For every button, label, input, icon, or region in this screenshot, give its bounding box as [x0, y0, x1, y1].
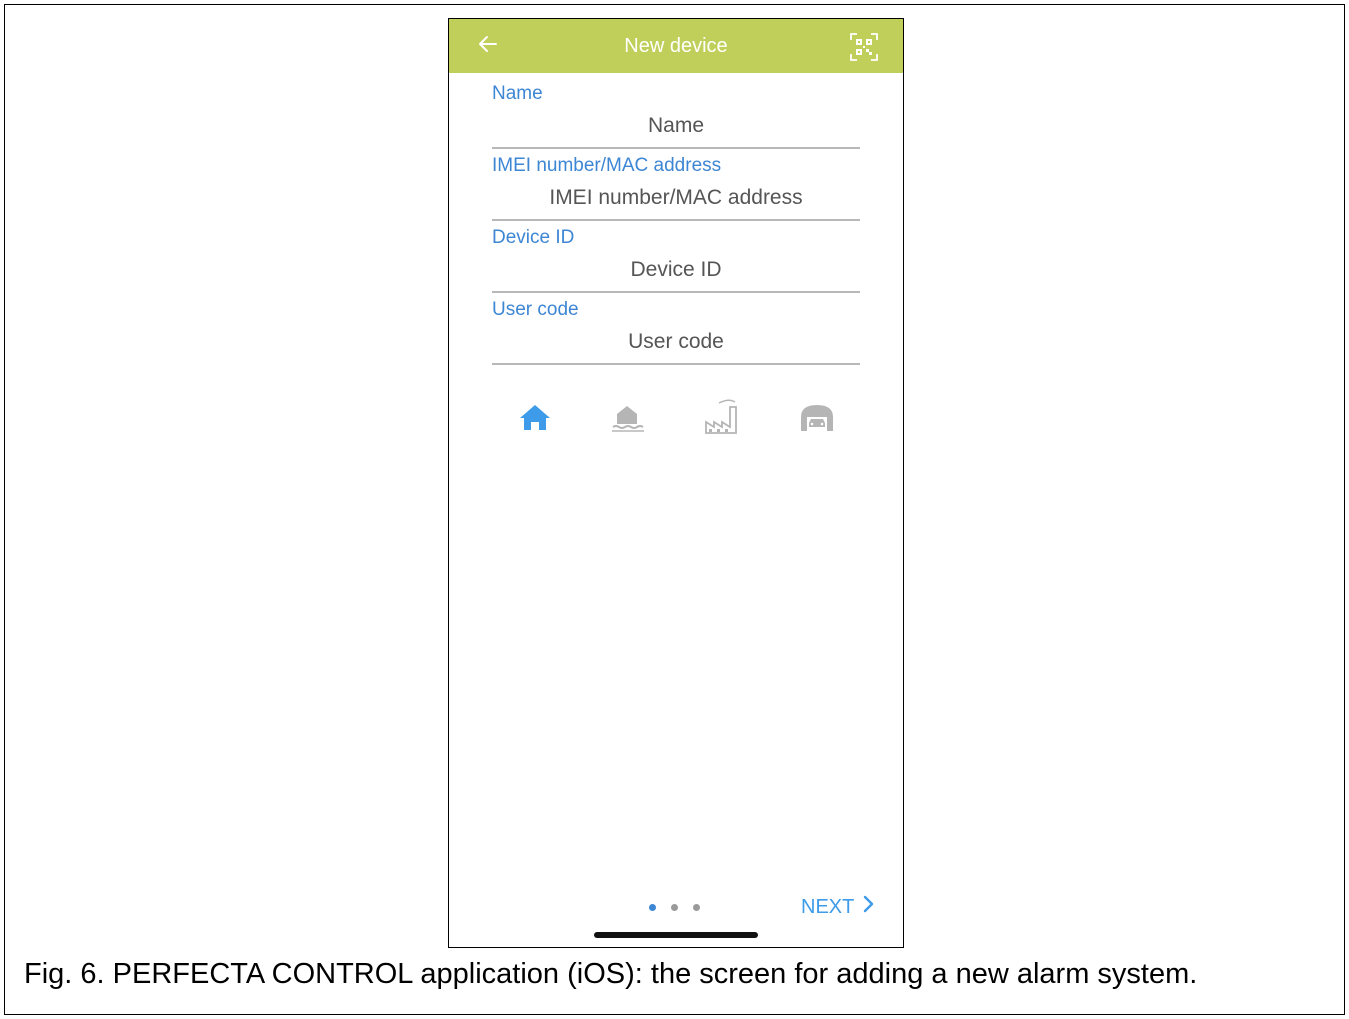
user-code-label: User code	[492, 299, 579, 320]
phone-screen: New device Name IMEI num	[448, 18, 904, 948]
next-label: NEXT	[801, 895, 855, 918]
field-underline	[492, 219, 860, 221]
object-type-selector	[449, 397, 903, 437]
device-id-label: Device ID	[492, 227, 575, 248]
garage-icon[interactable]	[797, 397, 837, 437]
field-underline	[492, 291, 860, 293]
chevron-right-icon	[862, 895, 874, 919]
page-dot-active	[649, 904, 656, 911]
imei-mac-label: IMEI number/MAC address	[492, 155, 722, 176]
device-id-input[interactable]	[492, 255, 860, 285]
app-header: New device	[449, 19, 903, 73]
page-dot	[693, 904, 700, 911]
page-dot	[671, 904, 678, 911]
field-underline	[492, 147, 860, 149]
field-underline	[492, 363, 860, 365]
house-icon[interactable]	[515, 397, 555, 437]
name-label: Name	[492, 83, 543, 104]
qr-code-scan-icon[interactable]	[849, 32, 879, 62]
page-title: New device	[624, 35, 728, 57]
lakeside-house-icon[interactable]	[607, 397, 647, 437]
user-code-input[interactable]	[492, 327, 860, 357]
factory-icon[interactable]	[703, 397, 743, 437]
home-indicator[interactable]	[594, 932, 758, 938]
imei-mac-input[interactable]	[492, 183, 860, 213]
figure-caption: Fig. 6. PERFECTA CONTROL application (iO…	[24, 958, 1198, 990]
next-button[interactable]: NEXT	[801, 895, 874, 919]
name-input[interactable]	[492, 111, 860, 141]
page-indicator	[649, 902, 705, 914]
